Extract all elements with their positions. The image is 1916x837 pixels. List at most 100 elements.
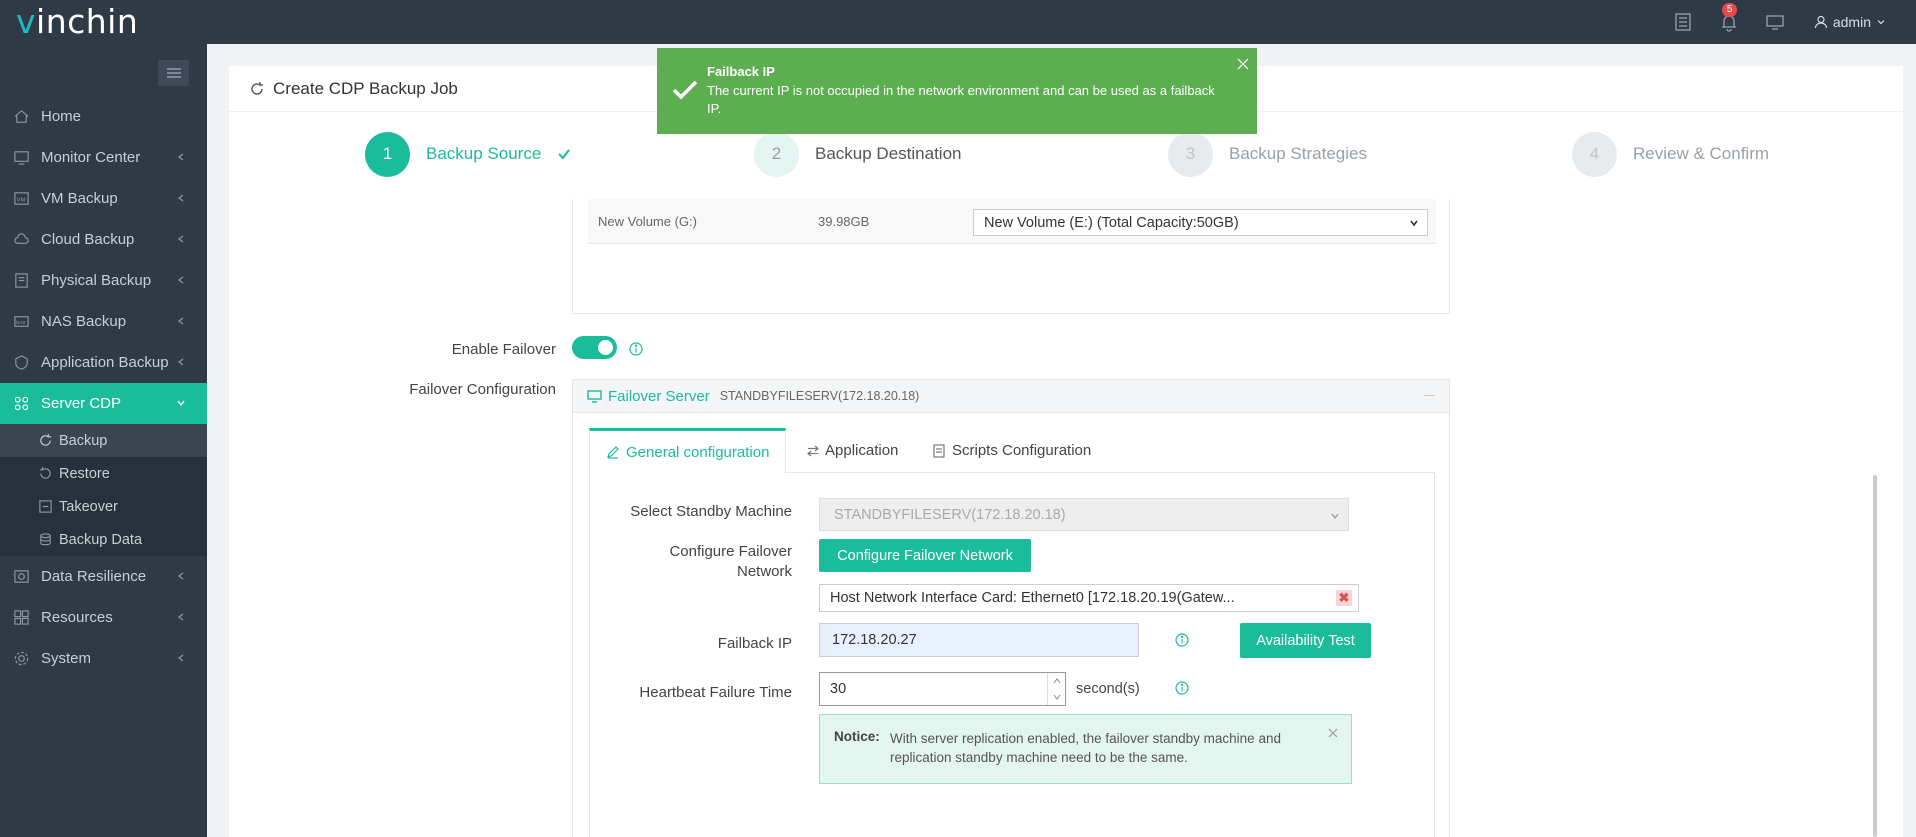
refresh-icon[interactable] (249, 81, 265, 97)
chevron-down-icon (177, 400, 185, 407)
sidebar-item-application-backup[interactable]: Application Backup (0, 342, 207, 383)
sidebar-item-physical-backup[interactable]: Physical Backup (0, 260, 207, 301)
quantity-stepper[interactable] (1047, 673, 1065, 705)
close-icon[interactable] (1327, 727, 1339, 739)
nas-icon: NAS (12, 313, 30, 331)
sidebar-subitem-backup[interactable]: Backup (0, 424, 207, 457)
failover-network-label: Configure Failover (669, 543, 792, 560)
sidebar-nav: Home Monitor Center VM VM Backup Cloud B… (0, 96, 207, 679)
sidebar-item-vm-backup[interactable]: VM VM Backup (0, 178, 207, 219)
failover-configuration-label: Failover Configuration (409, 381, 556, 398)
user-menu[interactable]: admin (1814, 14, 1886, 30)
takeover-icon (38, 499, 54, 515)
table-row: New Volume (G:) 39.98GB New Volume (E:) … (588, 199, 1436, 244)
close-icon[interactable] (1237, 58, 1249, 70)
step-review-confirm[interactable]: 4 Review & Confirm (1572, 131, 1769, 177)
refresh-icon (38, 433, 54, 449)
standby-machine-select[interactable]: STANDBYFILESERV(172.18.20.18) (819, 498, 1349, 531)
sidebar-item-nas-backup[interactable]: NAS NAS Backup (0, 301, 207, 342)
failback-ip-input[interactable]: 172.18.20.27 (819, 623, 1139, 657)
transfer-icon (807, 445, 819, 456)
top-bar: vinchin 5 admin (0, 0, 1916, 44)
sidebar-item-server-cdp[interactable]: Server CDP (0, 383, 207, 424)
sidebar-collapse-button[interactable] (158, 60, 189, 86)
sidebar-item-data-resilience[interactable]: Data Resilience (0, 556, 207, 597)
failover-panel-header[interactable]: Failover Server STANDBYFILESERV(172.18.2… (573, 380, 1449, 413)
chevron-left-icon (178, 613, 184, 621)
notice-box: Notice: With server replication enabled,… (819, 714, 1352, 784)
chevron-left-icon (178, 572, 184, 580)
app-icon (12, 354, 30, 372)
menu-icon (166, 68, 181, 78)
check-icon (558, 149, 571, 160)
step-backup-strategies[interactable]: 3 Backup Strategies (1168, 131, 1367, 177)
script-icon (933, 443, 945, 458)
page-title: Create CDP Backup Job (273, 78, 458, 98)
resilience-icon (12, 568, 30, 586)
volume-size: 39.98GB (818, 213, 870, 229)
sidebar-subitem-backup-data[interactable]: Backup Data (0, 523, 207, 556)
heartbeat-failure-time-input[interactable]: 30 (819, 672, 1066, 706)
failover-server-panel: Failover Server STANDBYFILESERV(172.18.2… (572, 379, 1450, 837)
wizard-steps: 1 Backup Source 2 Backup Destination 3 B… (229, 131, 1903, 177)
chevron-down-icon (1877, 20, 1885, 25)
job-card: Create CDP Backup Job 1 Backup Source 2 … (229, 66, 1903, 837)
increment-icon[interactable] (1048, 673, 1065, 689)
toast-title: Failback IP (707, 64, 775, 79)
svg-text:VM: VM (16, 197, 25, 203)
info-icon[interactable] (1174, 632, 1190, 648)
server-icon (12, 272, 30, 290)
step-backup-source[interactable]: 1 Backup Source (365, 131, 571, 177)
info-icon[interactable] (1174, 680, 1190, 696)
chevron-left-icon (178, 654, 184, 662)
enable-failover-label: Enable Failover (451, 341, 556, 358)
notification-bell-icon[interactable]: 5 (1718, 3, 1740, 33)
failback-ip-label: Failback IP (717, 635, 792, 652)
sidebar-item-resources[interactable]: Resources (0, 597, 207, 638)
sidebar-item-system[interactable]: System (0, 638, 207, 679)
enable-failover-toggle[interactable] (572, 336, 617, 359)
heartbeat-unit: second(s) (1076, 681, 1140, 697)
user-icon (1814, 15, 1827, 29)
screen-icon[interactable] (1764, 11, 1786, 33)
restore-icon (38, 466, 54, 482)
tab-scripts-configuration[interactable]: Scripts Configuration (932, 428, 1091, 473)
availability-test-button[interactable]: Availability Test (1240, 623, 1371, 658)
vinchin-logo[interactable]: vinchin (16, 2, 138, 41)
chevron-left-icon (178, 194, 184, 202)
notice-text: With server replication enabled, the fai… (890, 731, 1281, 765)
scrollbar[interactable] (1873, 475, 1877, 837)
main-content: Create CDP Backup Job 1 Backup Source 2 … (207, 44, 1916, 837)
sidebar: Home Monitor Center VM VM Backup Cloud B… (0, 44, 207, 837)
chevron-down-icon (1331, 513, 1339, 519)
sidebar-subitem-takeover[interactable]: Takeover (0, 490, 207, 523)
success-toast: Failback IP The current IP is not occupi… (657, 48, 1257, 134)
toast-message: The current IP is not occupied in the ne… (707, 83, 1215, 116)
heartbeat-failure-time-label: Heartbeat Failure Time (639, 684, 792, 701)
volume-name: New Volume (G:) (598, 213, 697, 229)
sidebar-item-cloud-backup[interactable]: Cloud Backup (0, 219, 207, 260)
remove-nic-button[interactable]: ✖ (1336, 590, 1352, 606)
collapse-panel-button[interactable] (1424, 395, 1435, 396)
edit-icon (607, 446, 619, 459)
server-cdp-submenu: Backup Restore Takeover Backup Data (0, 424, 207, 556)
step-backup-destination[interactable]: 2 Backup Destination (754, 131, 961, 177)
chevron-down-icon (1410, 220, 1418, 227)
resources-icon (12, 609, 30, 627)
tab-general-configuration[interactable]: General configuration (589, 428, 787, 474)
notice-title: Notice: (834, 729, 880, 744)
task-list-icon[interactable] (1672, 11, 1694, 33)
info-icon[interactable] (628, 341, 644, 357)
sidebar-item-home[interactable]: Home (0, 96, 207, 137)
chevron-left-icon (178, 153, 184, 161)
target-volume-select[interactable]: New Volume (E:) (Total Capacity:50GB) (973, 209, 1428, 236)
configure-failover-network-button[interactable]: Configure Failover Network (819, 539, 1031, 572)
sidebar-item-monitor-center[interactable]: Monitor Center (0, 137, 207, 178)
sidebar-subitem-restore[interactable]: Restore (0, 457, 207, 490)
decrement-icon[interactable] (1048, 689, 1065, 705)
general-configuration-panel: Select Standby Machine STANDBYFILESERV(1… (589, 473, 1435, 837)
failover-network-label-2: Network (736, 563, 792, 580)
tab-application[interactable]: Application (807, 428, 898, 473)
gear-icon (12, 650, 30, 668)
network-interface-item: Host Network Interface Card: Ethernet0 [… (819, 584, 1359, 612)
